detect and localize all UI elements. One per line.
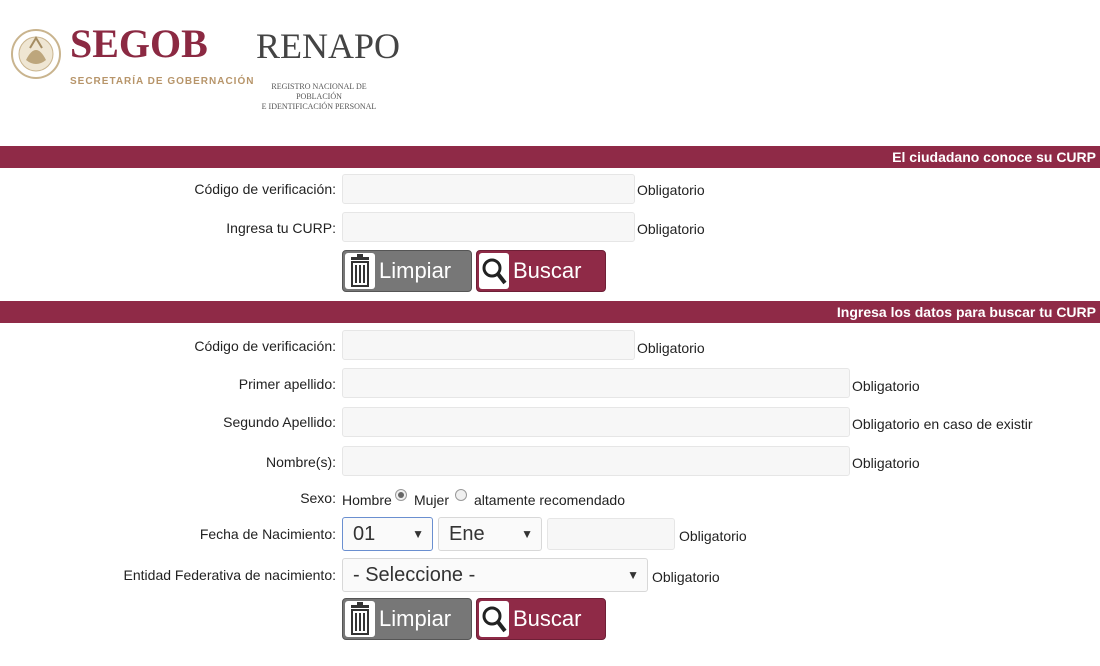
clear-button[interactable]: Limpiar xyxy=(342,250,472,292)
names-required: Obligatorio xyxy=(852,455,920,471)
mexico-seal-icon xyxy=(11,29,61,79)
birth-state-select[interactable]: - Seleccione - ▼ xyxy=(342,558,648,592)
verification-code-required: Obligatorio xyxy=(637,182,705,198)
female-label: Mujer xyxy=(414,492,450,508)
male-radio[interactable] xyxy=(395,489,407,501)
male-label: Hombre xyxy=(342,492,392,508)
first-surname-required: Obligatorio xyxy=(852,378,920,394)
birth-date-required: Obligatorio xyxy=(679,528,747,544)
chevron-down-icon: ▼ xyxy=(627,568,639,582)
trash-icon xyxy=(345,601,375,637)
renapo-logo-subtitle: REGISTRO NACIONAL DE POBLACIÓN E IDENTIF… xyxy=(248,82,390,112)
birth-date-label: Fecha de Nacimiento: xyxy=(199,526,336,542)
second-surname-input[interactable] xyxy=(342,407,850,437)
birth-year-input[interactable] xyxy=(547,518,675,550)
birth-state-label: Entidad Federativa de nacimiento: xyxy=(123,567,336,583)
segob-logo-title: SEGOB xyxy=(70,21,208,66)
search-button-label: Buscar xyxy=(513,258,582,283)
birth-month-value: Ene xyxy=(449,523,485,545)
names-input[interactable] xyxy=(342,446,850,476)
search-icon xyxy=(479,601,509,637)
second-surname-label: Segundo Apellido: xyxy=(223,414,336,430)
birth-state-required: Obligatorio xyxy=(652,569,720,585)
segob-logo-subtitle: SECRETARÍA DE GOBERNACIÓN xyxy=(70,76,255,87)
clear-button-label: Limpiar xyxy=(379,258,452,283)
curp-required: Obligatorio xyxy=(637,221,705,237)
first-surname-input[interactable] xyxy=(342,368,850,398)
chevron-down-icon: ▼ xyxy=(412,527,424,541)
section-known-curp-header: El ciudadano conoce su CURP xyxy=(0,146,1100,168)
chevron-down-icon: ▼ xyxy=(521,527,533,541)
verification-code-label: Código de verificación: xyxy=(194,181,336,197)
second-surname-required: Obligatorio en caso de existir xyxy=(852,416,1033,432)
trash-icon xyxy=(345,253,375,289)
search-button-2[interactable]: Buscar xyxy=(476,598,606,640)
sex-label: Sexo: xyxy=(300,490,336,506)
verification-code-input-2[interactable] xyxy=(342,330,635,360)
search-icon xyxy=(479,253,509,289)
birth-day-select[interactable]: 01 ▼ xyxy=(342,517,433,551)
verification-code-label-2: Código de verificación: xyxy=(194,338,336,354)
verification-code-required-2: Obligatorio xyxy=(637,340,705,356)
verification-code-input[interactable] xyxy=(342,174,635,204)
renapo-subtitle-line-1: REGISTRO NACIONAL DE POBLACIÓN xyxy=(271,82,367,101)
search-button[interactable]: Buscar xyxy=(476,250,606,292)
curp-label: Ingresa tu CURP: xyxy=(226,220,336,236)
site-header: SEGOB SECRETARÍA DE GOBERNACIÓN RENAPO R… xyxy=(0,0,1100,120)
section-search-data-header: Ingresa los datos para buscar tu CURP xyxy=(0,301,1100,323)
renapo-logo-title: RENAPO xyxy=(256,26,401,66)
names-label: Nombre(s): xyxy=(265,454,336,470)
first-surname-label: Primer apellido: xyxy=(238,376,336,392)
search-button-label-2: Buscar xyxy=(513,606,582,631)
birth-day-value: 01 xyxy=(353,523,376,545)
female-radio[interactable] xyxy=(455,489,467,501)
clear-button-2[interactable]: Limpiar xyxy=(342,598,472,640)
birth-state-value: - Seleccione - xyxy=(353,564,476,586)
sex-recommended-note: altamente recomendado xyxy=(474,492,625,508)
curp-input[interactable] xyxy=(342,212,635,242)
birth-month-select[interactable]: Ene ▼ xyxy=(438,517,542,551)
renapo-subtitle-line-2: E IDENTIFICACIÓN PERSONAL xyxy=(261,102,377,111)
clear-button-label-2: Limpiar xyxy=(379,606,452,631)
